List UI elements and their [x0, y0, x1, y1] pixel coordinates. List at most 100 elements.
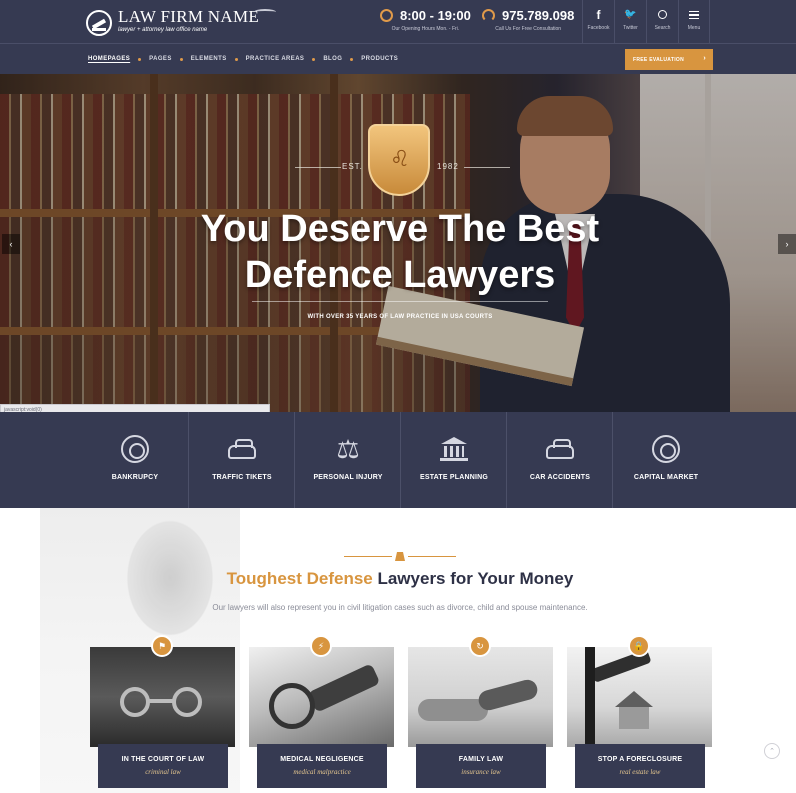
- card-caption: MEDICAL NEGLIGENCE medical malpractice: [257, 744, 387, 788]
- practice-card-court[interactable]: ⚑ IN THE COURT OF LAW criminal law: [90, 635, 235, 793]
- hero-rule: [252, 301, 548, 302]
- nav-item-practice-areas[interactable]: PRACTICE AREAS: [246, 56, 305, 62]
- gavel-stethoscope-image: [249, 647, 394, 747]
- nav-separator: [138, 57, 142, 61]
- house-roof: [615, 691, 653, 707]
- hero-title-line-1: You Deserve The Best: [200, 208, 600, 250]
- search-icon: [658, 10, 667, 19]
- logo-text: LAW FIRM NAME lawyer + attorney law offi…: [118, 8, 259, 35]
- nav-separator: [234, 57, 238, 61]
- bolt-icon: ⚡: [310, 635, 332, 657]
- slider-prev-button[interactable]: ‹: [2, 234, 20, 254]
- handcuff-chain: [148, 699, 174, 703]
- est-rule: [464, 167, 510, 168]
- card-title: STOP A FORECLOSURE: [597, 756, 683, 763]
- main-nav: HOMEPAGES PAGES ELEMENTS PRACTICE AREAS …: [0, 44, 796, 74]
- search-button[interactable]: Search: [646, 0, 678, 44]
- facebook-label: Facebook: [587, 25, 610, 31]
- hands-image: [408, 647, 553, 747]
- practice-area-bar: BANKRUPCY TRAFFIC TIKETS ⚖ PERSONAL INJU…: [0, 412, 796, 508]
- scales-icon: ⚖: [336, 434, 360, 464]
- practice-card-foreclosure[interactable]: 🔒 STOP A FORECLOSURE real estate law: [567, 635, 712, 793]
- handcuff-ring: [172, 687, 202, 717]
- est-year: 1982: [437, 162, 459, 171]
- service-label: BANKRUPCY: [111, 474, 159, 481]
- target-icon: [652, 435, 680, 463]
- menu-button[interactable]: Menu: [678, 0, 710, 44]
- free-evaluation-button[interactable]: FREE EVALUATION ›: [625, 49, 713, 70]
- phone-caption: Call Us For Free Consultation: [495, 26, 562, 32]
- opening-hours-value: 8:00 - 19:00: [400, 8, 471, 23]
- target-icon: [121, 435, 149, 463]
- service-traffic-tikets[interactable]: TRAFFIC TIKETS: [188, 412, 294, 508]
- nav-separator: [350, 57, 354, 61]
- hero-title-line-2: Defence Lawyers: [244, 254, 556, 296]
- chevron-left-icon: ‹: [9, 239, 13, 249]
- scroll-to-top-button[interactable]: ⌃: [764, 743, 780, 759]
- service-label: ESTATE PLANNING: [419, 474, 489, 481]
- car-icon: [228, 439, 256, 459]
- lion-icon: ♌: [390, 146, 410, 171]
- lock-icon: 🔒: [628, 635, 650, 657]
- nav-list: HOMEPAGES PAGES ELEMENTS PRACTICE AREAS …: [88, 44, 398, 74]
- gavel-head: [307, 663, 381, 713]
- status-tooltip: javascript:void(0): [0, 404, 270, 412]
- hero-title: You Deserve The Best Defence Lawyers: [150, 206, 650, 298]
- phone-number[interactable]: 975.789.098: [502, 8, 574, 23]
- service-label: CAPITAL MARKET: [633, 474, 699, 481]
- about-section: Toughest Defense Lawyers for Your Money …: [0, 508, 796, 793]
- practice-card-family[interactable]: ↻ FAMILY LAW insurance law: [408, 635, 553, 793]
- card-caption: IN THE COURT OF LAW criminal law: [98, 744, 228, 788]
- service-capital-market[interactable]: CAPITAL MARKET: [612, 412, 718, 508]
- service-car-accidents[interactable]: CAR ACCIDENTS: [506, 412, 612, 508]
- service-label: CAR ACCIDENTS: [529, 474, 591, 481]
- section-subtitle: Our lawyers will also represent you in c…: [212, 603, 588, 612]
- gavel-icon: [86, 10, 112, 36]
- free-evaluation-label: FREE EVALUATION: [633, 56, 684, 63]
- nav-item-elements[interactable]: ELEMENTS: [191, 56, 227, 62]
- card-title: FAMILY LAW: [458, 756, 504, 763]
- twitter-link[interactable]: 🐦 Twitter: [614, 0, 646, 44]
- menu-label: Menu: [687, 25, 701, 31]
- nav-separator: [179, 57, 183, 61]
- chevron-up-icon: ⌃: [769, 748, 775, 755]
- service-bankrupcy[interactable]: BANKRUPCY: [82, 412, 188, 508]
- twitter-icon: 🐦: [624, 9, 637, 20]
- service-personal-injury[interactable]: ⚖ PERSONAL INJURY: [294, 412, 400, 508]
- nav-item-pages[interactable]: PAGES: [149, 56, 172, 62]
- section-title-rest: Lawyers for Your Money: [372, 569, 574, 588]
- ornament-line: [408, 556, 456, 557]
- handcuff-ring: [120, 687, 150, 717]
- card-caption: FAMILY LAW insurance law: [416, 744, 546, 788]
- facebook-link[interactable]: f Facebook: [582, 0, 614, 44]
- menu-icon: [689, 11, 699, 19]
- stethoscope-tube: [269, 683, 315, 729]
- section-title: Toughest Defense Lawyers for Your Money: [150, 569, 650, 589]
- logo-tagline: lawyer + attorney law office name: [118, 27, 208, 33]
- service-label: PERSONAL INJURY: [313, 474, 383, 481]
- facebook-icon: f: [596, 8, 601, 22]
- twitter-label: Twitter: [623, 25, 638, 31]
- site-logo[interactable]: LAW FIRM NAME lawyer + attorney law offi…: [86, 8, 276, 38]
- service-estate-planning[interactable]: ESTATE PLANNING: [400, 412, 506, 508]
- card-subtitle: real estate law: [619, 768, 661, 776]
- gavel-house-image: [567, 647, 712, 747]
- headset-icon: [482, 9, 495, 22]
- logo-name: LAW FIRM NAME: [118, 7, 260, 26]
- nav-item-homepages[interactable]: HOMEPAGES: [88, 56, 130, 62]
- card-subtitle: insurance law: [461, 768, 501, 776]
- phone-info[interactable]: 975.789.098 Call Us For Free Consultatio…: [482, 8, 574, 36]
- car-icon: [546, 439, 574, 459]
- search-label: Search: [654, 25, 671, 31]
- hero-subtitle: WITH OVER 35 YEARS OF LAW PRACTICE IN US…: [307, 314, 493, 320]
- nav-item-products[interactable]: PRODUCTS: [361, 56, 398, 62]
- card-subtitle: medical malpractice: [293, 768, 351, 776]
- refresh-icon: ↻: [469, 635, 491, 657]
- nav-item-blog[interactable]: BLOG: [323, 56, 342, 62]
- section-title-accent: Toughest Defense: [226, 569, 373, 588]
- practice-card-medical[interactable]: ⚡ MEDICAL NEGLIGENCE medical malpractice: [249, 635, 394, 793]
- clock-icon: [380, 9, 393, 22]
- slider-next-button[interactable]: ›: [778, 234, 796, 254]
- top-bar: LAW FIRM NAME lawyer + attorney law offi…: [0, 0, 796, 44]
- laurel-icon: [254, 9, 276, 15]
